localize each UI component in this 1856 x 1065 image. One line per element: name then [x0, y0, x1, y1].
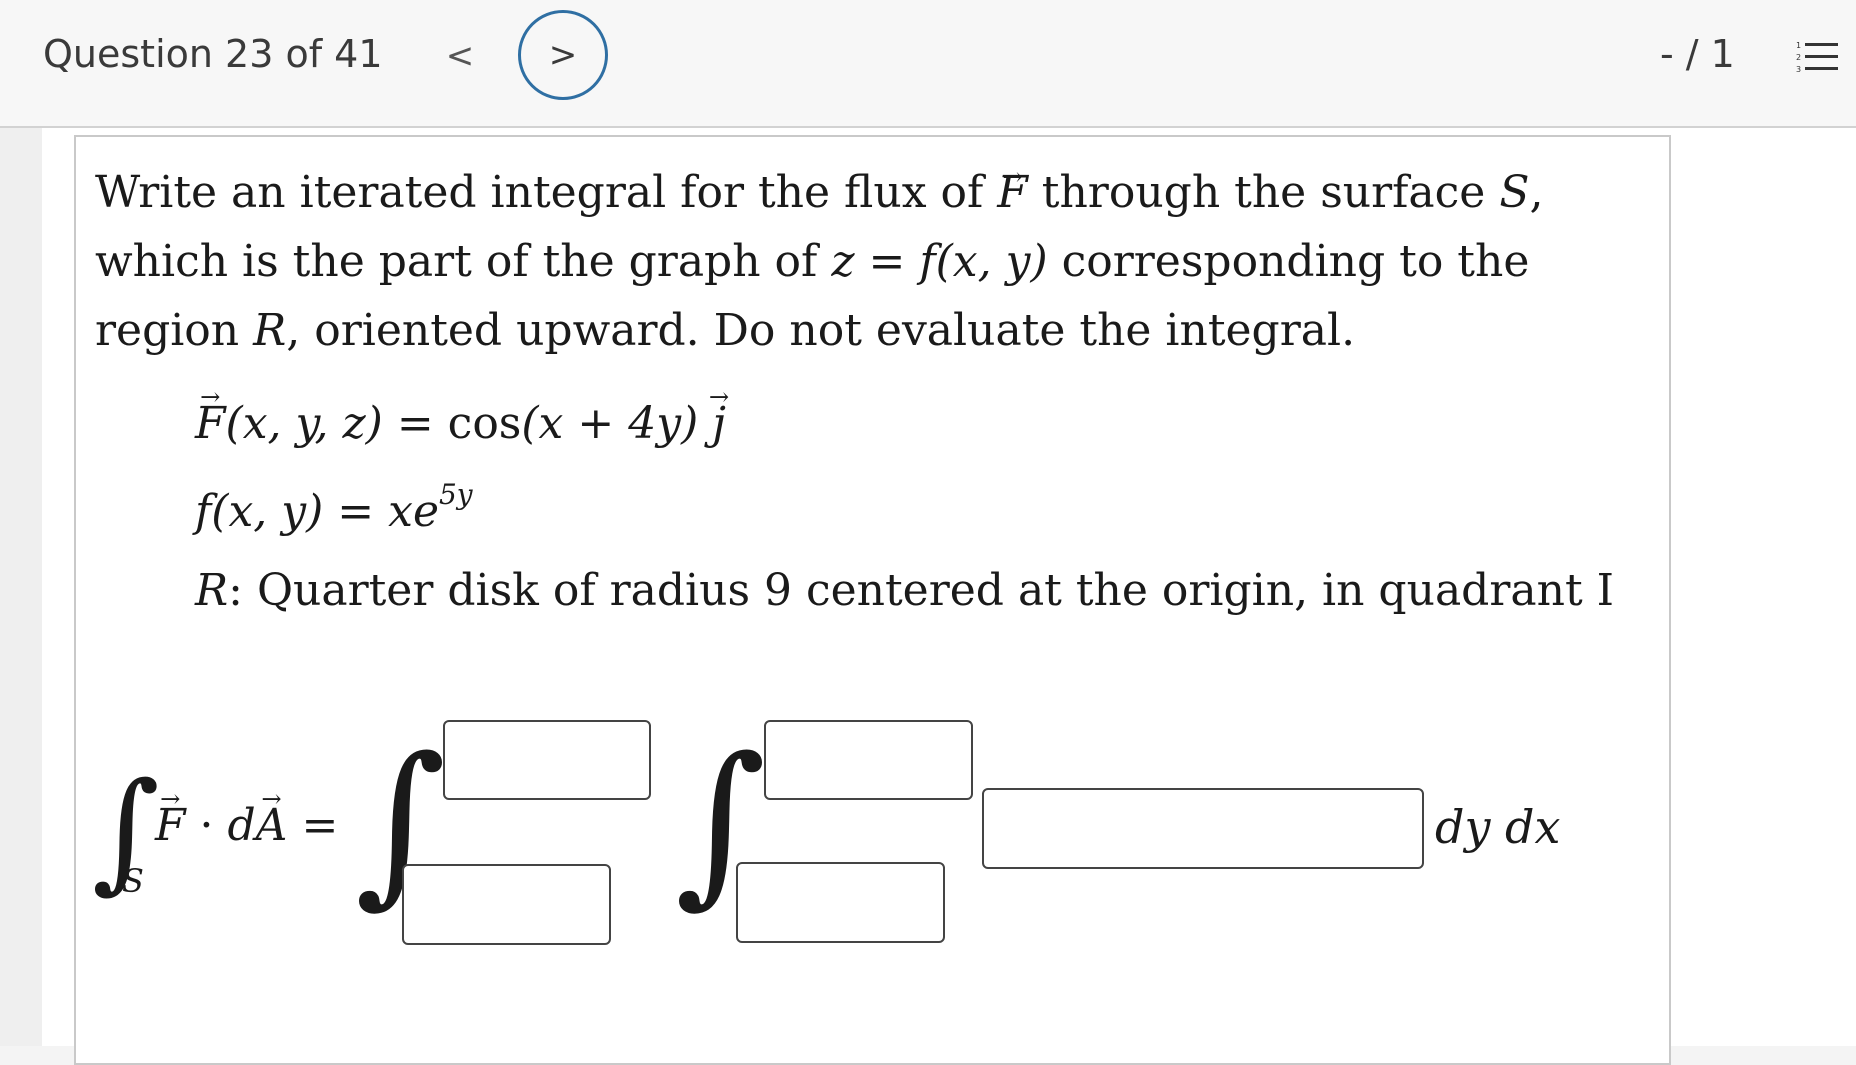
- numbered-list-icon[interactable]: 1 2 3: [1796, 40, 1838, 74]
- svg-text:1: 1: [1796, 41, 1801, 50]
- svg-text:3: 3: [1796, 65, 1801, 74]
- question-counter: Question 23 of 41: [43, 32, 383, 76]
- prompt-line-1: Write an iterated integral for the flux …: [95, 158, 1655, 227]
- inner-lower-limit-input[interactable]: [736, 862, 945, 943]
- integrand-input[interactable]: [982, 788, 1424, 869]
- outer-upper-limit-input[interactable]: [443, 720, 651, 800]
- prompt-line-3: region R, oriented upward. Do not evalua…: [95, 305, 1356, 356]
- left-margin: [0, 128, 42, 1046]
- question-prompt: Write an iterated integral for the flux …: [95, 158, 1655, 365]
- question-toolbar: Question 23 of 41 < > - / 1 1 2 3: [0, 0, 1856, 128]
- surface-subscript: S: [122, 862, 144, 900]
- chevron-right-icon: >: [548, 35, 578, 75]
- svg-text:2: 2: [1796, 53, 1801, 62]
- flux-lhs: F · dA =: [155, 800, 338, 851]
- score-display: - / 1: [1660, 32, 1735, 76]
- next-question-button[interactable]: >: [518, 10, 608, 100]
- vector-field-equation: F(x, y, z) = cos(x + 4y) j: [195, 398, 726, 449]
- prompt-line-2: which is the part of the graph of z = f(…: [95, 236, 1530, 287]
- outer-lower-limit-input[interactable]: [402, 864, 611, 945]
- vector-F: F: [997, 158, 1028, 227]
- chevron-left-icon: <: [445, 36, 475, 76]
- previous-question-button[interactable]: <: [440, 28, 480, 84]
- differentials: dy dx: [1435, 800, 1561, 854]
- surface-equation: f(x, y) = xe5y: [195, 478, 473, 537]
- region-description: R: Quarter disk of radius 9 centered at …: [195, 565, 1614, 616]
- inner-upper-limit-input[interactable]: [764, 720, 973, 800]
